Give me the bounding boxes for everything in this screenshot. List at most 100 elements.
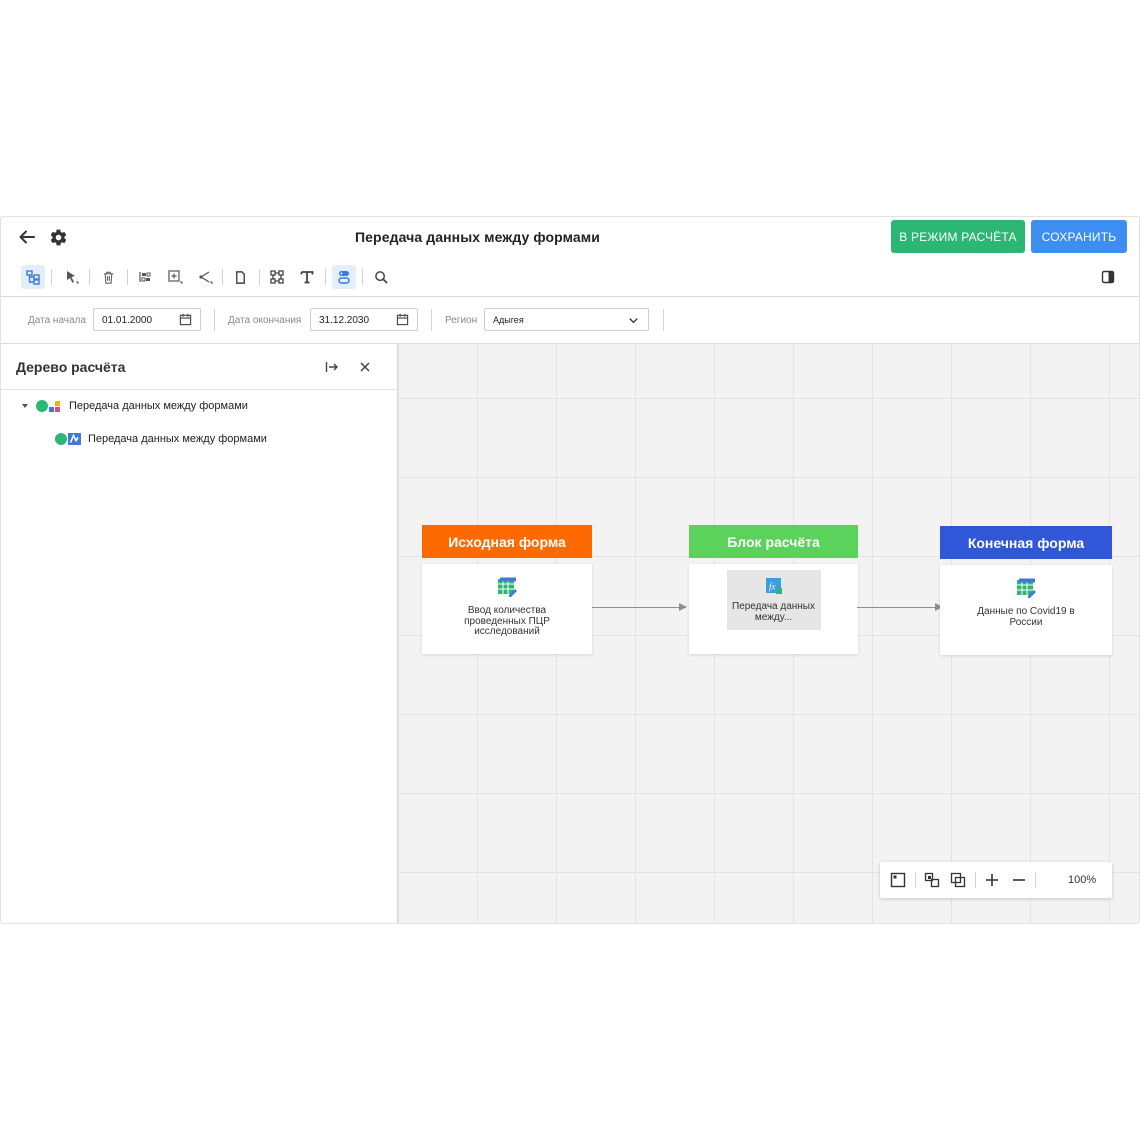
start-date-field[interactable]: 01.01.2000 xyxy=(93,308,201,331)
sidebar-panel-icon xyxy=(1101,270,1115,284)
group-button[interactable] xyxy=(265,265,289,289)
tree-close-button[interactable] xyxy=(355,357,375,377)
tree-item-child[interactable]: Передача данных между формами xyxy=(54,428,267,450)
back-button[interactable] xyxy=(15,225,39,249)
toolbar-divider xyxy=(51,269,52,285)
tree-pin-button[interactable] xyxy=(322,357,342,377)
toolbar-divider xyxy=(259,269,260,285)
actual-size-button[interactable] xyxy=(946,868,970,892)
layers-icon xyxy=(338,271,350,284)
text-icon xyxy=(300,271,314,284)
node-text: Ввод количества проведенных ПЦР исследов… xyxy=(464,605,550,637)
node-header: Конечная форма xyxy=(940,526,1112,559)
formula-icon: fx xyxy=(765,578,782,594)
actual-size-icon xyxy=(950,872,966,888)
start-date-label: Дата начала xyxy=(28,315,86,326)
add-block-button[interactable] xyxy=(163,265,187,289)
toolbar-divider xyxy=(127,269,128,285)
connector-icon xyxy=(199,271,213,284)
zoom-level[interactable]: 100% xyxy=(1068,874,1096,886)
text-tool-button[interactable] xyxy=(295,265,319,289)
add-block-icon xyxy=(168,270,183,284)
region-value: Адыгея xyxy=(493,315,524,325)
fit-page-button[interactable] xyxy=(886,868,910,892)
settings-button[interactable] xyxy=(46,225,70,249)
tree-item-label: Передача данных между формами xyxy=(88,433,267,445)
tree-toggle-button[interactable] xyxy=(21,265,45,289)
svg-text:fx: fx xyxy=(769,582,776,592)
document-icon xyxy=(235,270,245,284)
toolbar-divider xyxy=(89,269,90,285)
zoom-out-button[interactable] xyxy=(1007,868,1031,892)
node-body[interactable]: fx Передача данных между... xyxy=(689,564,858,654)
calculation-block-icon xyxy=(55,433,81,445)
filter-divider xyxy=(214,309,215,331)
zoom-divider xyxy=(915,872,916,888)
zoom-divider xyxy=(1035,872,1036,888)
toolbar xyxy=(1,261,1139,295)
toolbar-divider xyxy=(325,269,326,285)
source-form-node[interactable]: Исходная форма Ввод количества проведенн… xyxy=(422,525,592,654)
chevron-down-icon xyxy=(629,318,638,324)
group-nodes-icon xyxy=(270,270,284,284)
form-table-icon xyxy=(1017,578,1036,598)
node-header: Исходная форма xyxy=(422,525,592,558)
align-button[interactable] xyxy=(133,265,157,289)
tree-item-label: Передача данных между формами xyxy=(69,400,248,412)
zoom-to-selection-icon xyxy=(924,872,940,888)
connect-button[interactable] xyxy=(193,265,217,289)
align-objects-icon xyxy=(139,272,151,282)
node-body[interactable]: Ввод количества проведенных ПЦР исследов… xyxy=(422,564,592,654)
trash-icon xyxy=(103,271,113,284)
target-form-node[interactable]: Конечная форма Данные по Covid19 в Росси… xyxy=(940,526,1112,655)
calendar-icon xyxy=(179,313,192,326)
calendar-icon xyxy=(396,313,409,326)
calc-mode-button[interactable]: В РЕЖИМ РАСЧЁТА xyxy=(891,220,1025,253)
node-text: Данные по Covid19 в России xyxy=(977,606,1075,628)
zoom-in-button[interactable] xyxy=(980,868,1004,892)
panel-toggle-button[interactable] xyxy=(1096,265,1120,289)
search-button[interactable] xyxy=(369,265,393,289)
page-button[interactable] xyxy=(228,265,252,289)
header: Передача данных между формами В РЕЖИМ РА… xyxy=(1,217,1139,257)
tree-item-root[interactable]: Передача данных между формами xyxy=(20,395,248,417)
calculation-block-node[interactable]: Блок расчёта fx Передача данных между... xyxy=(689,525,858,654)
filter-divider xyxy=(663,309,664,331)
node-header: Блок расчёта xyxy=(689,525,858,558)
gear-icon xyxy=(50,229,66,245)
calculation-tree-panel: Дерево расчёта Передача данных между фор… xyxy=(1,344,398,923)
search-icon xyxy=(374,270,388,284)
tree-structure-icon xyxy=(26,270,40,285)
arrow-left-icon xyxy=(19,230,35,244)
delete-button[interactable] xyxy=(96,265,120,289)
caret-down-icon[interactable] xyxy=(20,401,30,411)
calculation-model-icon xyxy=(36,400,60,412)
node-body[interactable]: Данные по Covid19 в России xyxy=(940,565,1112,655)
select-tool-button[interactable] xyxy=(59,265,83,289)
end-date-field[interactable]: 31.12.2030 xyxy=(310,308,418,331)
page-title: Передача данных между формами xyxy=(355,229,600,245)
filter-bar: Дата начала 01.01.2000 Дата окончания 31… xyxy=(1,297,1139,343)
connection-arrow xyxy=(592,603,687,611)
plus-icon xyxy=(986,874,998,886)
region-label: Регион xyxy=(445,315,478,326)
region-select[interactable]: Адыгея xyxy=(484,308,649,331)
tree-panel-title: Дерево расчёта xyxy=(16,359,126,375)
dock-right-icon xyxy=(325,362,338,372)
selected-block[interactable]: fx Передача данных между... xyxy=(726,570,821,630)
start-date-value: 01.01.2000 xyxy=(102,315,153,326)
save-button[interactable]: СОХРАНИТЬ xyxy=(1031,220,1127,253)
close-icon xyxy=(360,362,370,372)
end-date-label: Дата окончания xyxy=(228,315,302,326)
cursor-icon xyxy=(67,271,79,284)
layers-button[interactable] xyxy=(332,265,356,289)
form-table-icon xyxy=(498,577,517,597)
toolbar-divider xyxy=(222,269,223,285)
tree-header-divider xyxy=(1,389,397,390)
node-text: Передача данных между... xyxy=(731,601,815,623)
end-date-value: 31.12.2030 xyxy=(319,315,370,326)
minus-icon xyxy=(1013,879,1025,881)
zoom-selection-button[interactable] xyxy=(920,868,944,892)
filter-divider xyxy=(431,309,432,331)
toolbar-divider xyxy=(362,269,363,285)
